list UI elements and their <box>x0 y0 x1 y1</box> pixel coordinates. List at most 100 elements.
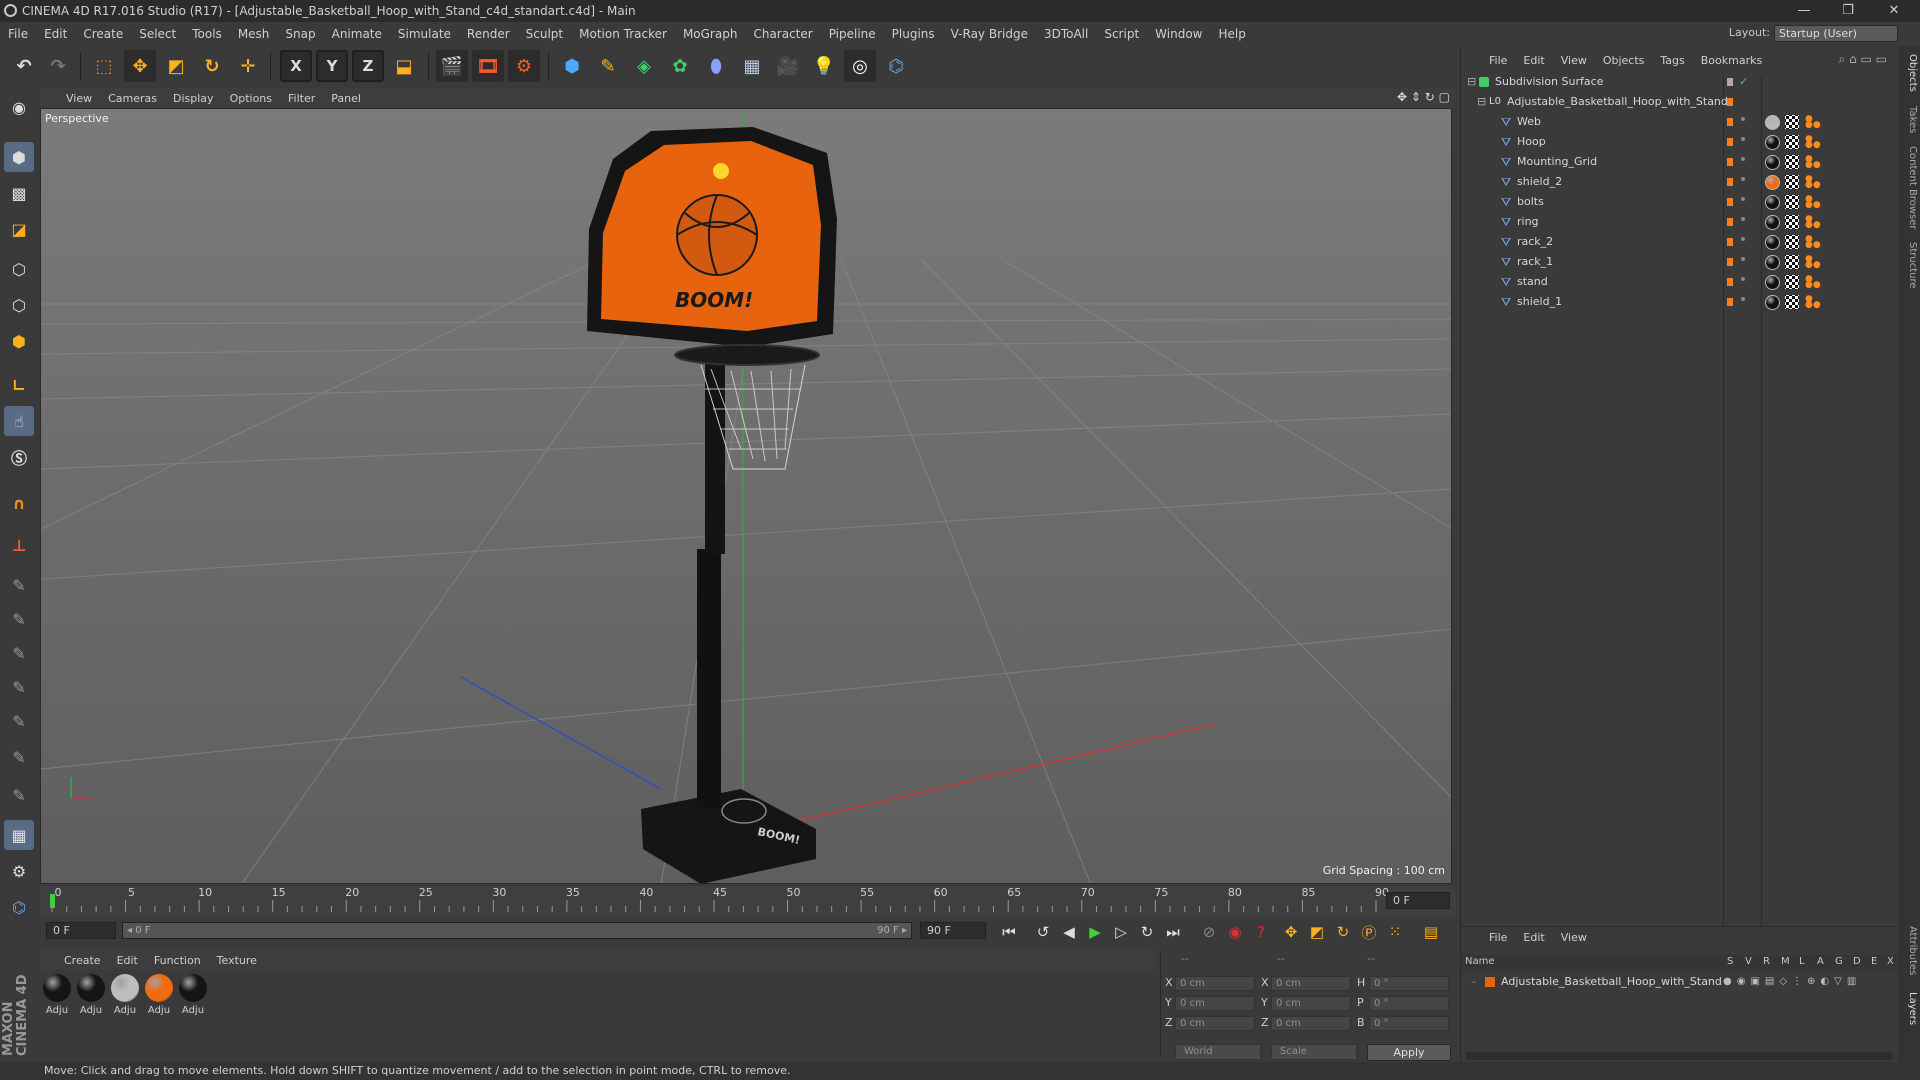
edges-mode-icon[interactable]: ⬡ <box>4 290 34 320</box>
play-icon[interactable]: ▶ <box>1084 921 1106 943</box>
layer-row[interactable]: – Adjustable_Basketball_Hoop_with_Stand … <box>1461 973 1897 991</box>
menu-plugins[interactable]: Plugins <box>884 27 943 41</box>
material-menu-create[interactable]: Create <box>56 954 109 967</box>
menu-help[interactable]: Help <box>1210 27 1253 41</box>
key-help-icon[interactable]: ? <box>1250 921 1272 943</box>
scale-tool-icon[interactable]: ◩ <box>160 50 192 82</box>
rotate-tool-icon[interactable]: ↻ <box>196 50 228 82</box>
selection-tag-icon[interactable]: ● ●● <box>1805 175 1821 190</box>
snap-icon[interactable]: Ⓢ <box>4 442 34 472</box>
redo-icon[interactable]: ↷ <box>42 50 74 82</box>
material-menu-function[interactable]: Function <box>146 954 209 967</box>
viewport-menu-display[interactable]: Display <box>165 92 222 105</box>
brush-1-icon[interactable]: ✎ <box>4 570 34 600</box>
object-row-group[interactable]: ⊟ L0 Adjustable_Basketball_Hoop_with_Sta… <box>1461 92 1897 112</box>
viewport-menu-filter[interactable]: Filter <box>280 92 323 105</box>
tweak-mode-icon[interactable]: ☝ <box>4 406 34 436</box>
layer-color-swatch[interactable] <box>1485 977 1495 987</box>
material-tag-icon[interactable] <box>1765 135 1780 150</box>
material-tag-icon[interactable] <box>1765 255 1780 270</box>
material-menu-texture[interactable]: Texture <box>209 954 265 967</box>
object-menu-tags[interactable]: Tags <box>1652 54 1692 67</box>
pos-x-field[interactable]: 0 cm <box>1175 976 1255 991</box>
record-keys-icon[interactable]: ⊘ <box>1198 921 1220 943</box>
viewport-menu-panel[interactable]: Panel <box>323 92 369 105</box>
collapse-toggle-icon[interactable]: ⊟ <box>1467 72 1476 92</box>
size-mode-dropdown[interactable]: Scale <box>1271 1044 1357 1060</box>
pos-z-field[interactable]: 0 cm <box>1175 1016 1255 1031</box>
tab-structure[interactable]: Structure <box>1900 242 1918 289</box>
tab-objects[interactable]: Objects <box>1900 54 1918 92</box>
layer-color-dot[interactable] <box>1727 98 1733 106</box>
rot-p-field[interactable]: 0 ° <box>1369 996 1449 1011</box>
layer-menu-file[interactable]: File <box>1481 931 1515 944</box>
uvw-tag-icon[interactable] <box>1785 215 1799 229</box>
editor-visibility-dot[interactable] <box>1741 217 1745 221</box>
timeline-window-icon[interactable]: ▤ <box>1420 921 1442 943</box>
camera-icon[interactable]: 🎥 <box>772 50 804 82</box>
menu-mesh[interactable]: Mesh <box>230 27 278 41</box>
uvw-tag-icon[interactable] <box>1785 295 1799 309</box>
material-swatch[interactable]: Adju <box>178 974 208 1016</box>
uvw-tag-icon[interactable] <box>1785 275 1799 289</box>
layer-color-dot[interactable] <box>1727 278 1733 286</box>
selection-tag-icon[interactable]: ● ●● <box>1805 135 1821 150</box>
menu-create[interactable]: Create <box>75 27 131 41</box>
tab-content-browser[interactable]: Content Browser <box>1900 146 1918 229</box>
pos-y-field[interactable]: 0 cm <box>1175 996 1255 1011</box>
coordinate-mode-dropdown[interactable]: World <box>1175 1044 1261 1060</box>
object-row-subdivision-surface[interactable]: ⊟ Subdivision Surface ✓ <box>1461 72 1897 92</box>
uvw-tag-icon[interactable] <box>1785 235 1799 249</box>
uvw-tag-icon[interactable] <box>1785 255 1799 269</box>
next-key-icon[interactable]: ↻ <box>1136 921 1158 943</box>
make-editable-icon[interactable]: ◉ <box>4 92 34 122</box>
render-picture-viewer-icon[interactable]: 🎞 <box>472 50 504 82</box>
menu-mograph[interactable]: MoGraph <box>675 27 746 41</box>
menu-window[interactable]: Window <box>1147 27 1210 41</box>
live-selection-icon[interactable]: ⬚ <box>88 50 120 82</box>
layer-color-dot[interactable] <box>1727 218 1733 226</box>
editor-visibility-dot[interactable] <box>1741 177 1745 181</box>
end-frame-field[interactable]: 90 F <box>920 922 986 939</box>
brush-6-icon[interactable]: ✎ <box>4 742 34 772</box>
menu-file[interactable]: File <box>0 27 36 41</box>
menu-edit[interactable]: Edit <box>36 27 75 41</box>
polygons-mode-icon[interactable]: ⬢ <box>4 326 34 356</box>
menu-motion-tracker[interactable]: Motion Tracker <box>571 27 675 41</box>
material-tag-icon[interactable] <box>1765 175 1780 190</box>
selection-tag-icon[interactable]: ● ●● <box>1805 195 1821 210</box>
previous-frame-icon[interactable]: ◀ <box>1058 921 1080 943</box>
editor-visibility-dot[interactable] <box>1727 78 1733 86</box>
rot-b-field[interactable]: 0 ° <box>1369 1016 1449 1031</box>
object-manager-search-icons[interactable]: ⌕ ⌂ ▭ ▭ <box>1839 52 1887 67</box>
menu-sculpt[interactable]: Sculpt <box>518 27 571 41</box>
editor-visibility-dot[interactable] <box>1741 197 1745 201</box>
python-icon[interactable]: ⌬ <box>880 50 912 82</box>
z-axis-lock-button[interactable]: Z <box>352 50 384 82</box>
model-mode-icon[interactable]: ⬢ <box>4 142 34 172</box>
selection-tag-icon[interactable]: ● ●● <box>1805 235 1821 250</box>
layer-expand-icon[interactable]: – <box>1471 973 1477 991</box>
axis-mode-icon[interactable]: ∟ <box>4 370 34 400</box>
magnet-icon[interactable]: ∩ <box>4 488 34 518</box>
selection-tag-icon[interactable]: ● ●● <box>1805 275 1821 290</box>
tab-layers[interactable]: Layers <box>1900 992 1918 1025</box>
workplane-axis-icon[interactable]: ⊥ <box>4 530 34 560</box>
settings-gear-icon[interactable]: ⚙ <box>4 856 34 886</box>
selection-tag-icon[interactable]: ● ●● <box>1805 255 1821 270</box>
object-row-rack-2[interactable]: ⛛ rack_2 ● ●● <box>1461 232 1897 252</box>
key-pla-icon[interactable]: ⁙ <box>1384 921 1406 943</box>
size-y-field[interactable]: 0 cm <box>1271 996 1351 1011</box>
collapse-toggle-icon[interactable]: ⊟ <box>1477 92 1486 112</box>
size-z-field[interactable]: 0 cm <box>1271 1016 1351 1031</box>
object-menu-view[interactable]: View <box>1553 54 1595 67</box>
move-alt-icon[interactable]: ✛ <box>232 50 264 82</box>
layer-color-dot[interactable] <box>1727 298 1733 306</box>
rot-h-field[interactable]: 0 ° <box>1369 976 1449 991</box>
object-row-mounting-grid[interactable]: ⛛ Mounting_Grid ● ●● <box>1461 152 1897 172</box>
layer-color-dot[interactable] <box>1727 138 1733 146</box>
object-row-shield-1[interactable]: ⛛ shield_1 ● ●● <box>1461 292 1897 312</box>
subdivision-surface-icon[interactable]: ◈ <box>628 50 660 82</box>
go-to-start-icon[interactable]: ⏮ <box>998 921 1020 943</box>
close-button[interactable]: ✕ <box>1872 0 1916 22</box>
